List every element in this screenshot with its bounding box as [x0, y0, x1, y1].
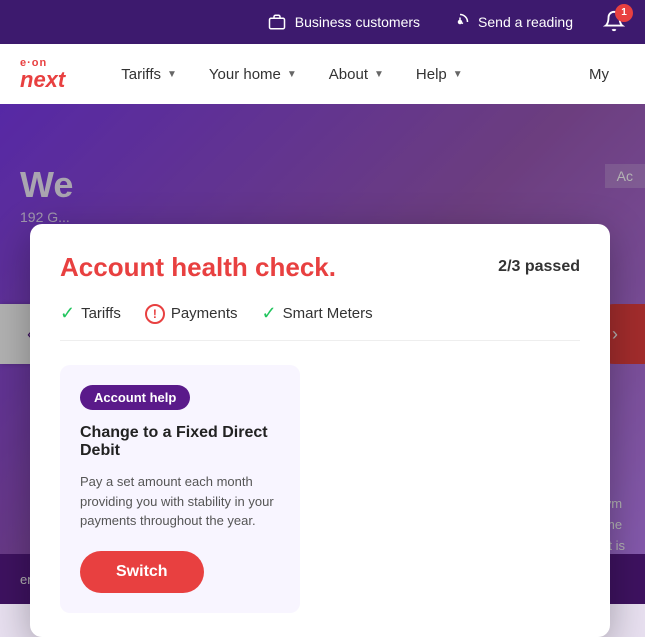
passed-badge: 2/3 passed	[498, 258, 580, 276]
check-tariffs: ✓ Tariffs	[60, 303, 121, 324]
check-pass-icon: ✓	[60, 303, 75, 324]
top-bar: Business customers Send a reading 1	[0, 0, 645, 44]
check-payments: ! Payments	[145, 304, 238, 324]
modal-overlay: Account health check. 2/3 passed ✓ Tarif…	[0, 104, 645, 604]
chevron-down-icon: ▼	[287, 69, 297, 80]
nav-about[interactable]: About ▼	[313, 44, 400, 104]
logo[interactable]: e·on next	[20, 57, 65, 91]
send-reading-label: Send a reading	[478, 14, 573, 30]
modal-title: Account health check.	[60, 252, 336, 283]
chevron-down-icon: ▼	[453, 69, 463, 80]
help-description: Pay a set amount each month providing yo…	[80, 472, 280, 531]
notification-button[interactable]: 1	[603, 10, 625, 35]
main-nav: e·on next Tariffs ▼ Your home ▼ About ▼ …	[0, 44, 645, 104]
check-warn-icon: !	[145, 304, 165, 324]
switch-button[interactable]: Switch	[80, 551, 204, 593]
business-customers-link[interactable]: Business customers	[267, 12, 420, 32]
nav-items: Tariffs ▼ Your home ▼ About ▼ Help ▼ My	[105, 44, 625, 104]
help-title: Change to a Fixed Direct Debit	[80, 424, 280, 460]
business-customers-label: Business customers	[295, 14, 420, 30]
check-payments-label: Payments	[171, 305, 238, 322]
logo-next: next	[20, 69, 65, 91]
page-background: We 192 G... Ac ‹ › t paym payme ment is …	[0, 104, 645, 604]
check-pass-icon: ✓	[262, 303, 277, 324]
briefcase-icon	[267, 12, 287, 32]
nav-help[interactable]: Help ▼	[400, 44, 479, 104]
chevron-down-icon: ▼	[167, 69, 177, 80]
modal-header: Account health check. 2/3 passed	[60, 252, 580, 283]
check-tariffs-label: Tariffs	[81, 305, 121, 322]
nav-your-home[interactable]: Your home ▼	[193, 44, 313, 104]
checks-row: ✓ Tariffs ! Payments ✓ Smart Meters	[60, 303, 580, 341]
meter-icon	[450, 12, 470, 32]
nav-my[interactable]: My	[573, 44, 625, 104]
check-smart-meters: ✓ Smart Meters	[262, 303, 373, 324]
send-reading-link[interactable]: Send a reading	[450, 12, 573, 32]
notification-badge: 1	[615, 4, 633, 22]
help-card: Account help Change to a Fixed Direct De…	[60, 365, 300, 613]
nav-tariffs[interactable]: Tariffs ▼	[105, 44, 193, 104]
check-smart-meters-label: Smart Meters	[283, 305, 373, 322]
modal-card: Account health check. 2/3 passed ✓ Tarif…	[30, 224, 610, 637]
chevron-down-icon: ▼	[374, 69, 384, 80]
help-badge: Account help	[80, 385, 190, 410]
